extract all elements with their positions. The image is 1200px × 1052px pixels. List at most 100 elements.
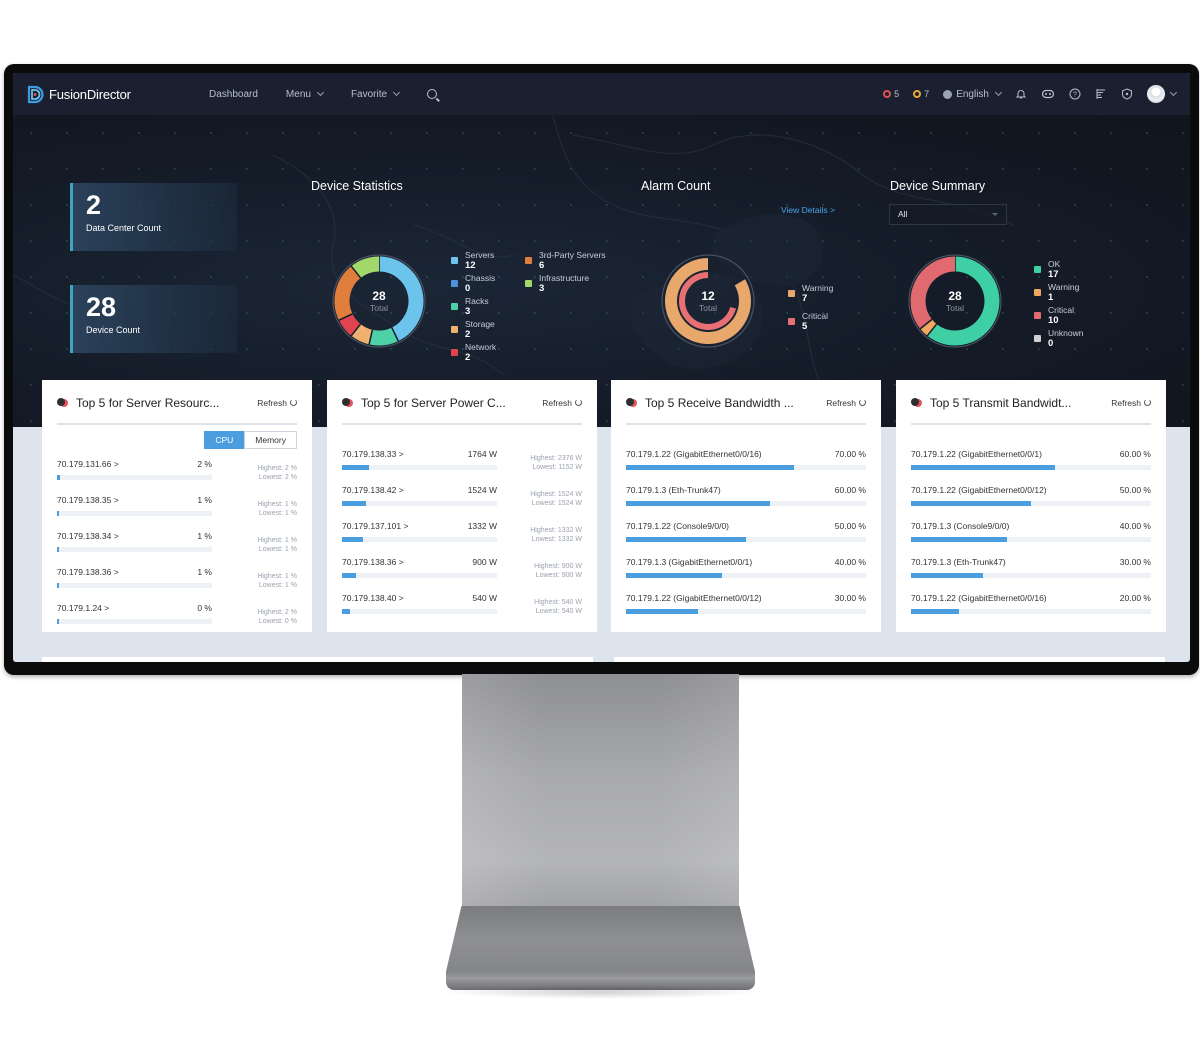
row-name[interactable]: 70.179.138.36 > [57,567,119,577]
row-name[interactable]: 70.179.138.34 > [57,531,119,541]
row-name[interactable]: 70.179.137.101 > [342,521,408,531]
legend-swatch [1034,335,1041,342]
language-selector[interactable]: English [943,89,1003,100]
table-row[interactable]: 70.179.1.22 (Console9/0/0) 50.00 % [626,521,866,557]
shield-icon[interactable] [1121,88,1133,100]
table-row[interactable]: 70.179.1.22 (GigabitEthernet0/0/1) 60.00… [911,449,1151,485]
progress-bar [911,465,1151,470]
table-row[interactable]: 70.179.1.3 (Eth-Trunk47) 30.00 % [911,557,1151,593]
refresh-button[interactable]: Refresh [1111,398,1151,408]
table-row[interactable]: 70.179.1.3 (Console9/0/0) 40.00 % [911,521,1151,557]
table-row[interactable]: 70.179.1.22 (GigabitEthernet0/0/16) 70.0… [626,449,866,485]
legend-item[interactable]: 3rd-Party Servers 6 [525,250,606,273]
progress-bar [342,573,497,578]
row-name[interactable]: 70.179.1.24 > [57,603,109,613]
task-list-icon[interactable] [1095,88,1107,100]
critical-alarm-count[interactable]: 5 [883,89,899,99]
row-name[interactable]: 70.179.1.22 (GigabitEthernet0/0/12) [626,593,762,603]
table-row[interactable]: 70.179.1.3 (Eth-Trunk47) 60.00 % [626,485,866,521]
row-name[interactable]: 70.179.1.22 (GigabitEthernet0/0/12) [911,485,1047,495]
legend-swatch [451,326,458,333]
legend-item[interactable]: Unknown 0 [1034,328,1083,351]
row-name[interactable]: 70.179.1.22 (GigabitEthernet0/0/16) [626,449,762,459]
refresh-button[interactable]: Refresh [826,398,866,408]
nav-favorite[interactable]: Favorite [351,89,401,100]
row-lowest: Lowest: 1524 W [531,500,582,507]
row-name[interactable]: 70.179.138.36 > [342,557,404,567]
legend-item[interactable]: Warning 7 [788,283,833,311]
row-name[interactable]: 70.179.1.22 (GigabitEthernet0/0/16) [911,593,1047,603]
search-icon[interactable] [427,89,438,99]
help-icon[interactable]: ? [1069,88,1081,100]
table-row[interactable]: 70.179.1.22 (GigabitEthernet0/0/16) 20.0… [911,593,1151,629]
table-row[interactable]: 70.179.1.24 > 0 % Highest: 2 % Lowest: 0… [57,603,297,639]
table-row[interactable]: 70.179.138.33 > 1764 W Highest: 2376 W L… [342,449,582,485]
progress-bar-fill [342,573,356,578]
row-name[interactable]: 70.179.131.66 > [57,459,119,469]
legend-item[interactable]: Network 2 [451,342,496,365]
row-name[interactable]: 70.179.1.3 (Console9/0/0) [911,521,1009,531]
legend-item[interactable]: Infrastructure 3 [525,273,606,296]
row-name[interactable]: 70.179.138.42 > [342,485,404,495]
toggle-cpu[interactable]: CPU [204,431,245,449]
refresh-button[interactable]: Refresh [257,398,297,408]
table-row[interactable]: 70.179.138.36 > 1 % Highest: 1 % Lowest:… [57,567,297,603]
bell-icon[interactable] [1015,88,1027,100]
legend-swatch [451,303,458,310]
table-row[interactable]: 70.179.138.40 > 540 W Highest: 540 W Low… [342,593,582,629]
robot-icon[interactable] [1041,88,1055,100]
row-name[interactable]: 70.179.1.3 (Eth-Trunk47) [626,485,721,495]
progress-bar [911,609,1151,614]
table-row[interactable]: 70.179.138.34 > 1 % Highest: 1 % Lowest:… [57,531,297,567]
table-row[interactable]: 70.179.1.3 (GigabitEthernet0/0/1) 40.00 … [626,557,866,593]
device-statistics-total: 28 [372,288,386,303]
metric-toggle: CPU Memory [57,431,297,449]
legend-item[interactable]: Chassis 0 [451,273,496,296]
toggle-memory[interactable]: Memory [244,431,297,449]
legend-item[interactable]: Warning 1 [1034,282,1083,305]
legend-item[interactable]: Servers 12 [451,250,496,273]
table-row[interactable]: 70.179.138.42 > 1524 W Highest: 1524 W L… [342,485,582,521]
major-alarm-icon [913,90,922,98]
row-name[interactable]: 70.179.1.22 (Console9/0/0) [626,521,729,531]
legend-item[interactable]: Critical 5 [788,311,833,339]
monitor-stand-base [446,906,755,990]
refresh-button[interactable]: Refresh [542,398,582,408]
table-row[interactable]: 70.179.1.22 (GigabitEthernet0/0/12) 30.0… [626,593,866,629]
row-value: 1764 W [467,449,497,459]
legend-item[interactable]: Racks 3 [451,296,496,319]
device-count-card[interactable]: 28 Device Count [70,285,237,353]
row-name[interactable]: 70.179.138.33 > [342,449,404,459]
legend-swatch [788,318,795,325]
legend-swatch [1034,266,1041,273]
table-row[interactable]: 70.179.138.35 > 1 % Highest: 1 % Lowest:… [57,495,297,531]
legend-label: Network [465,342,497,352]
legend-value: 6 [539,260,545,271]
row-name[interactable]: 70.179.1.3 (Eth-Trunk47) [911,557,1006,567]
table-row[interactable]: 70.179.1.22 (GigabitEthernet0/0/12) 50.0… [911,485,1151,521]
card-header: Top 5 for Server Power C... Refresh [342,392,582,425]
device-summary-filter-select[interactable]: All [889,204,1007,225]
user-menu[interactable] [1147,85,1178,103]
progress-bar-fill [57,475,61,480]
data-center-count-card[interactable]: 2 Data Center Count [70,183,237,251]
view-details-link[interactable]: View Details > [781,205,835,215]
row-name[interactable]: 70.179.1.22 (GigabitEthernet0/0/1) [911,449,1042,459]
legend-item[interactable]: Storage 2 [451,319,496,342]
app-logo[interactable]: FusionDirector [27,85,207,104]
major-alarm-count[interactable]: 7 [913,89,929,99]
legend-item[interactable]: Critical 10 [1034,305,1083,328]
row-name[interactable]: 70.179.138.35 > [57,495,119,505]
progress-bar [342,537,497,542]
row-name[interactable]: 70.179.1.3 (GigabitEthernet0/0/1) [626,557,752,567]
nav-dashboard[interactable]: Dashboard [209,89,258,100]
table-row[interactable]: 70.179.138.36 > 900 W Highest: 900 W Low… [342,557,582,593]
table-row[interactable]: 70.179.131.66 > 2 % Highest: 2 % Lowest:… [57,459,297,495]
legend-item[interactable]: OK 17 [1034,259,1083,282]
progress-bar [57,475,212,480]
nav-menu[interactable]: Menu [286,89,324,100]
legend-label: Critical [802,311,828,321]
row-name[interactable]: 70.179.138.40 > [342,593,404,603]
table-row[interactable]: 70.179.137.101 > 1332 W Highest: 1332 W … [342,521,582,557]
row-value: 1 % [197,495,212,505]
